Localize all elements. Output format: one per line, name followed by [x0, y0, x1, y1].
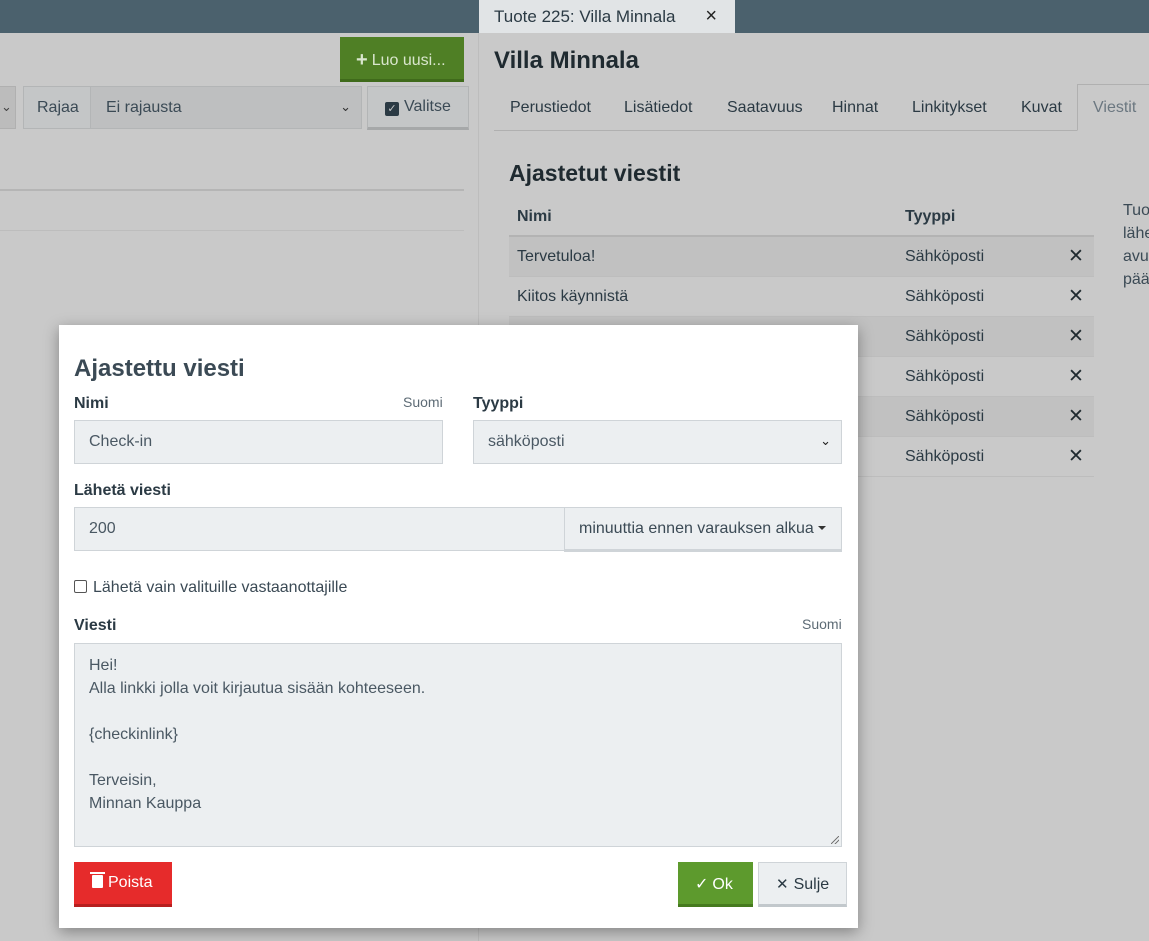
- table-row[interactable]: Tervetuloa! Sähköposti ✕: [509, 237, 1094, 277]
- section-title: Ajastetut viestit: [509, 160, 681, 186]
- delete-button[interactable]: Poista: [74, 862, 172, 907]
- message-type: Sähköposti: [905, 448, 985, 465]
- divider: [0, 189, 464, 191]
- close-button[interactable]: ✕ Sulje: [758, 862, 847, 907]
- delete-button-label: Poista: [108, 874, 153, 891]
- tab-lisatiedot[interactable]: Lisätiedot: [624, 99, 693, 117]
- ok-button[interactable]: ✓ Ok: [678, 862, 753, 907]
- tab-linkitykset[interactable]: Linkitykset: [912, 99, 987, 117]
- message-type: Sähköposti: [905, 408, 985, 425]
- message-line: Alla linkki jolla voit kirjautua sisään …: [89, 680, 426, 697]
- help-text-line: Tuo: [1123, 202, 1149, 219]
- message-line: {checkinlink}: [89, 726, 178, 743]
- chevron-down-icon: ⌄: [820, 433, 831, 448]
- help-text-line: pää: [1123, 271, 1149, 288]
- message-line: [89, 746, 827, 769]
- send-label: Lähetä viesti: [74, 482, 171, 499]
- delete-icon[interactable]: ✕: [1068, 445, 1084, 468]
- resize-handle[interactable]: [831, 836, 839, 844]
- type-select-value: sähköposti: [488, 433, 565, 450]
- table-header: Nimi Tyyppi: [509, 197, 1094, 237]
- delete-icon[interactable]: ✕: [1068, 365, 1084, 388]
- tab-kuvat[interactable]: Kuvat: [1021, 99, 1062, 117]
- tab-perustiedot[interactable]: Perustiedot: [510, 99, 591, 117]
- name-input-value: Check-in: [89, 433, 153, 450]
- filter-select[interactable]: Ei rajausta ⌄: [90, 86, 362, 129]
- product-title: Villa Minnala: [494, 47, 639, 74]
- delete-icon[interactable]: ✕: [1068, 405, 1084, 428]
- name-label: Nimi: [74, 395, 109, 412]
- only-selected-checkbox[interactable]: [74, 580, 87, 593]
- only-selected-recipients[interactable]: Lähetä vain valituille vastaanottajille: [74, 579, 347, 597]
- create-new-button[interactable]: + Luo uusi...: [340, 37, 464, 82]
- message-line: [89, 700, 827, 723]
- delete-icon[interactable]: ✕: [1068, 325, 1084, 348]
- checkbox-icon: ✓: [385, 102, 399, 116]
- filter-label: Rajaa: [23, 86, 91, 129]
- select-button[interactable]: ✓ Valitse: [367, 86, 469, 130]
- tab-viestit[interactable]: Viestit: [1077, 84, 1149, 131]
- name-input[interactable]: Check-in: [74, 420, 443, 464]
- message-label: Viesti: [74, 617, 117, 634]
- close-icon[interactable]: ×: [705, 5, 717, 28]
- type-label: Tyyppi: [473, 395, 524, 412]
- document-tab[interactable]: Tuote 225: Villa Minnala ×: [479, 0, 735, 33]
- message-type: Sähköposti: [905, 368, 985, 385]
- close-icon: ✕: [776, 876, 789, 893]
- product-tabs: Perustiedot Lisätiedot Saatavuus Hinnat …: [494, 84, 1149, 131]
- help-text-line: lähe: [1123, 225, 1149, 242]
- close-button-label: Sulje: [793, 876, 830, 893]
- divider: [0, 230, 464, 231]
- type-select[interactable]: sähköposti ⌄: [473, 420, 842, 464]
- plus-icon: +: [356, 49, 368, 71]
- help-text: Tuo lähe avu pää: [1123, 199, 1149, 291]
- send-unit-dropdown[interactable]: minuuttia ennen varauksen alkua: [564, 507, 842, 552]
- filter-select-value: Ei rajausta: [106, 99, 182, 116]
- create-new-label: Luo uusi...: [371, 52, 446, 69]
- name-language[interactable]: Suomi: [403, 394, 443, 410]
- message-type: Sähköposti: [905, 288, 985, 305]
- message-name: Kiitos käynnistä: [517, 288, 629, 305]
- document-tab-title: Tuote 225: Villa Minnala: [494, 7, 676, 26]
- column-header-name: Nimi: [517, 208, 552, 225]
- check-icon: ✓: [695, 876, 709, 893]
- tab-hinnat[interactable]: Hinnat: [832, 99, 878, 117]
- scheduled-message-dialog: Ajastettu viesti Nimi Suomi Check-in Tyy…: [59, 325, 858, 928]
- dialog-title: Ajastettu viesti: [74, 355, 245, 382]
- message-language[interactable]: Suomi: [802, 616, 842, 632]
- send-time-value: 200: [89, 520, 116, 537]
- chevron-down-icon[interactable]: ⌄: [0, 86, 16, 129]
- caret-down-icon: [817, 526, 826, 530]
- message-line: Minnan Kauppa: [89, 795, 202, 812]
- delete-icon[interactable]: ✕: [1068, 285, 1084, 308]
- tab-saatavuus[interactable]: Saatavuus: [727, 99, 803, 117]
- message-line: Terveisin,: [89, 772, 157, 789]
- help-text-line: avu: [1123, 248, 1149, 265]
- column-header-type: Tyyppi: [905, 208, 956, 225]
- ok-button-label: Ok: [712, 876, 733, 893]
- message-type: Sähköposti: [905, 248, 985, 265]
- message-line: Hei!: [89, 657, 118, 674]
- delete-icon[interactable]: ✕: [1068, 245, 1084, 268]
- message-type: Sähköposti: [905, 328, 985, 345]
- send-time-input[interactable]: 200: [74, 507, 565, 551]
- send-unit-value: minuuttia ennen varauksen alkua: [579, 520, 814, 537]
- chevron-down-icon: ⌄: [340, 99, 351, 114]
- message-textarea[interactable]: Hei! Alla linkki jolla voit kirjautua si…: [74, 643, 842, 847]
- select-button-label: Valitse: [404, 98, 451, 115]
- message-name: Tervetuloa!: [517, 248, 596, 265]
- trash-icon: [90, 872, 105, 888]
- table-row[interactable]: Kiitos käynnistä Sähköposti ✕: [509, 277, 1094, 317]
- only-selected-label: Lähetä vain valituille vastaanottajille: [93, 579, 348, 596]
